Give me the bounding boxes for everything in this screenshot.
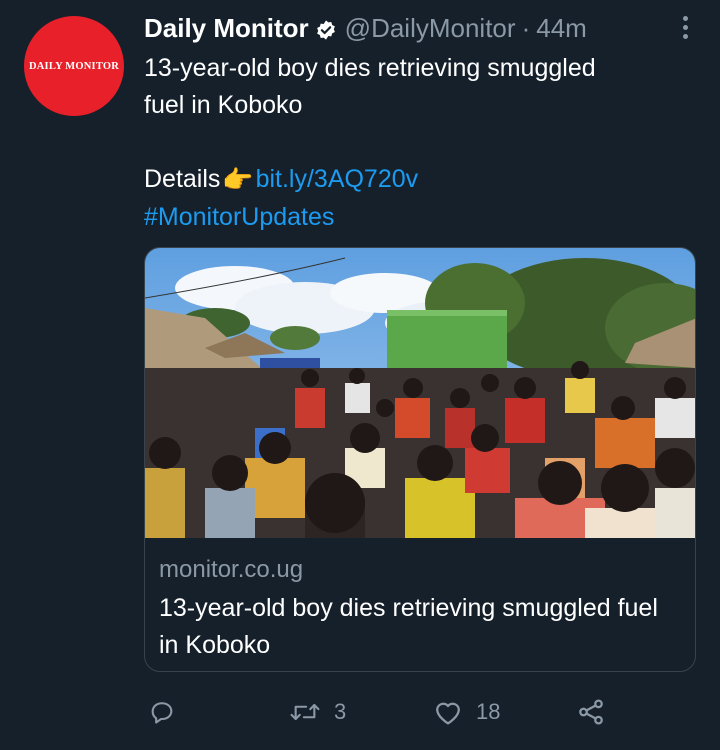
tweet-header: Daily Monitor @DailyMonitor · 44m <box>144 12 587 44</box>
avatar-logo-text: DAILY MONITOR <box>28 60 120 72</box>
short-link[interactable]: bit.ly/3AQ720v <box>256 165 419 193</box>
hashtag-link[interactable]: #MonitorUpdates <box>144 199 684 236</box>
separator-dot: · <box>521 12 531 43</box>
more-icon[interactable] <box>670 10 700 44</box>
card-title: 13-year-old boy dies retrieving smuggled… <box>159 594 658 659</box>
tweet-text: 13-year-old boy dies retrieving smuggled… <box>144 50 684 236</box>
reply-icon <box>151 702 173 724</box>
share-icon <box>579 699 603 725</box>
like-button[interactable]: 18 <box>432 690 500 734</box>
like-count: 18 <box>476 699 501 724</box>
avatar[interactable]: DAILY MONITOR <box>24 16 124 116</box>
tweet-text-line-2: fuel in Koboko <box>144 91 303 119</box>
card-domain: monitor.co.ug <box>159 556 304 583</box>
verified-badge-icon <box>315 17 337 40</box>
reply-button[interactable] <box>148 690 176 734</box>
retweet-count: 3 <box>334 699 347 724</box>
timestamp[interactable]: 44m <box>536 13 587 44</box>
share-button[interactable] <box>576 690 606 734</box>
retweet-icon <box>290 703 320 721</box>
tweet-text-line-1: 13-year-old boy dies retrieving smuggled <box>144 54 596 82</box>
handle[interactable]: @DailyMonitor <box>345 13 516 44</box>
action-bar: 3 18 <box>0 690 720 734</box>
details-label: Details <box>144 165 221 193</box>
like-icon <box>436 702 460 725</box>
pointing-hand-icon: 👉 <box>222 165 254 194</box>
display-name[interactable]: Daily Monitor <box>144 13 309 44</box>
link-card[interactable]: monitor.co.ug 13-year-old boy dies retri… <box>144 247 696 672</box>
retweet-button[interactable]: 3 <box>288 690 346 734</box>
card-image[interactable] <box>145 248 696 538</box>
